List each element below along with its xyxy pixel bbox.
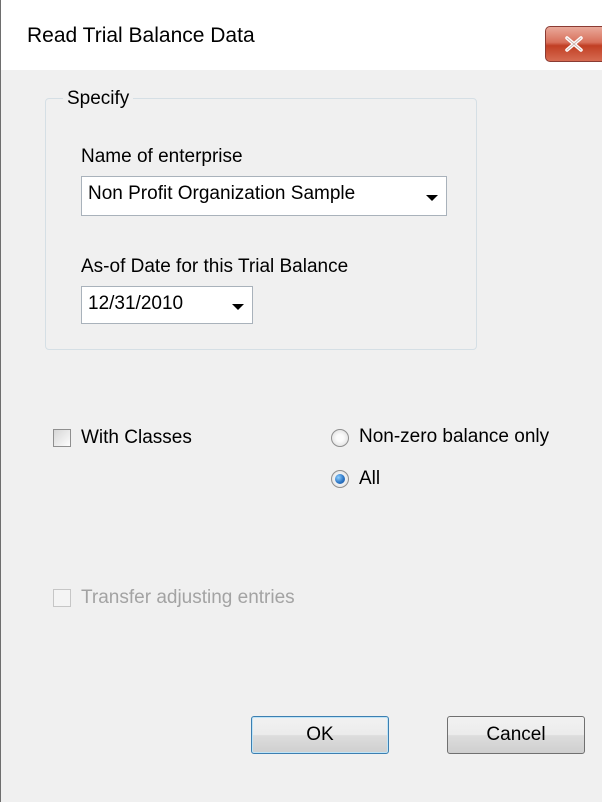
enterprise-dropdown[interactable]: Non Profit Organization Sample <box>81 176 447 216</box>
date-label: As-of Date for this Trial Balance <box>81 256 349 277</box>
dialog-window: Read Trial Balance Data Specify Name of … <box>0 0 602 802</box>
nonzero-label[interactable]: Non-zero balance only <box>359 426 549 448</box>
date-value: 12/31/2010 <box>88 293 184 314</box>
specify-group-label: Specify <box>63 88 134 110</box>
with-classes-checkbox[interactable] <box>53 429 71 447</box>
with-classes-label[interactable]: With Classes <box>81 427 192 449</box>
radio-selected-dot <box>335 474 345 484</box>
transfer-adjusting-label: Transfer adjusting entries <box>81 587 295 608</box>
chevron-down-icon[interactable] <box>232 304 244 310</box>
enterprise-label: Name of enterprise <box>81 146 243 167</box>
date-picker[interactable]: 12/31/2010 <box>81 286 253 324</box>
cancel-button[interactable]: Cancel <box>447 716 585 754</box>
close-button[interactable] <box>545 26 602 62</box>
nonzero-radio[interactable] <box>331 429 349 447</box>
window-title: Read Trial Balance Data <box>27 24 255 47</box>
enterprise-value: Non Profit Organization Sample <box>88 183 356 204</box>
transfer-adjusting-checkbox[interactable] <box>53 589 71 607</box>
all-label[interactable]: All <box>359 468 380 490</box>
close-icon <box>565 36 583 52</box>
title-bar: Read Trial Balance Data <box>1 0 602 70</box>
chevron-down-icon[interactable] <box>426 195 438 201</box>
all-radio[interactable] <box>331 470 349 488</box>
ok-button[interactable]: OK <box>251 716 389 754</box>
